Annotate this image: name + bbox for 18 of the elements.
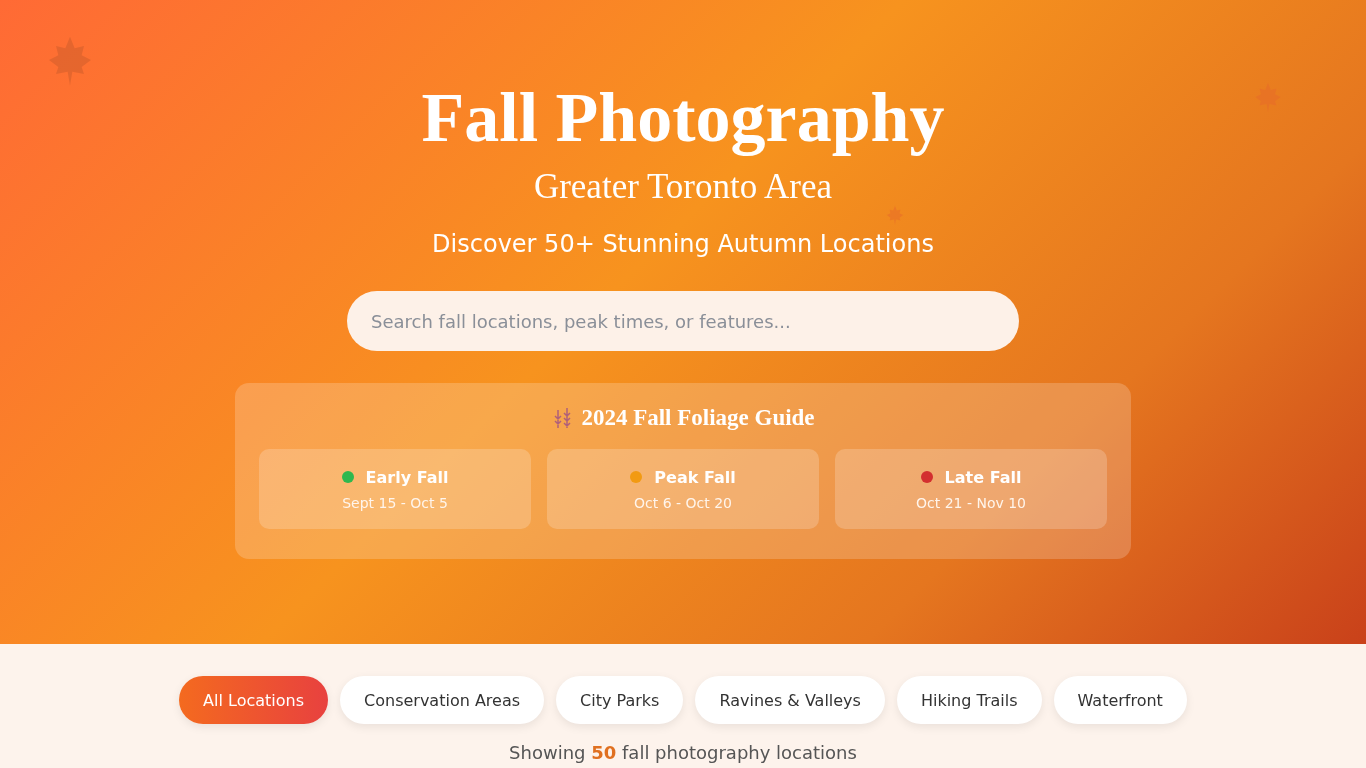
phase-dates: Sept 15 - Oct 5 [342,494,448,511]
page-title: Fall Photography [421,78,945,158]
phase-dates: Oct 6 - Oct 20 [634,494,732,511]
filter-tab[interactable]: City Parks [556,676,684,724]
phase-name: Early Fall [365,467,449,487]
filter-tab[interactable]: Hiking Trails [896,676,1042,724]
filter-tab[interactable]: Waterfront [1053,676,1187,724]
results-count: Showing 50 fall photography locations [508,742,858,764]
phase-name: Peak Fall [654,467,736,487]
phase-name: Late Fall [944,467,1022,487]
phase-dates: Oct 21 - Nov 10 [916,494,1026,511]
filter-tab[interactable]: Ravines & Valleys [695,676,885,724]
guide-title: 2024 Fall Foliage Guide [581,405,815,431]
search-field[interactable]: Search fall locations, peak times, or features... [347,291,1019,351]
filter-tab[interactable]: All Locations [179,676,329,724]
filter-tab[interactable]: Conservation Areas [340,676,545,724]
subtitle: Greater Toronto Area [533,166,833,208]
tagline: Discover 50+ Stunning Autumn Locations [432,230,934,258]
